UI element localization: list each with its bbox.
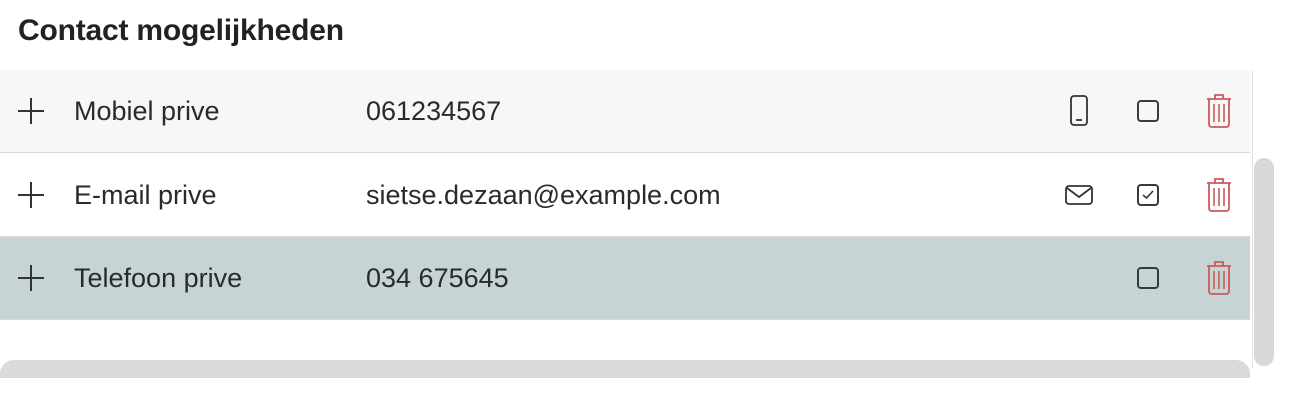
contact-value: sietse.dezaan@example.com (366, 180, 721, 210)
expand-plus-icon[interactable] (14, 261, 48, 295)
checkmark-icon (1142, 190, 1154, 200)
contact-list: Mobiel prive 061234567 E-mail prive siet… (0, 70, 1250, 380)
delete-trash-icon[interactable] (1204, 257, 1234, 297)
contact-row-mobile[interactable]: Mobiel prive 061234567 (0, 70, 1250, 153)
primary-checkbox[interactable] (1137, 184, 1159, 206)
primary-checkbox[interactable] (1137, 267, 1159, 289)
contact-options-section: Contact mogelijkheden Mobiel prive 06123… (0, 0, 1304, 400)
contact-label: Mobiel prive (74, 96, 220, 126)
envelope-icon (1060, 176, 1098, 214)
primary-checkbox[interactable] (1137, 100, 1159, 122)
section-title: Contact mogelijkheden (18, 14, 344, 47)
page-bottom (0, 378, 1304, 400)
scrollbar-thumb[interactable] (1254, 158, 1274, 366)
contact-value: 061234567 (366, 96, 502, 126)
contact-row-phone[interactable]: Telefoon prive 034 675645 (0, 237, 1250, 320)
mobile-phone-icon (1060, 92, 1098, 130)
delete-trash-icon[interactable] (1204, 174, 1234, 214)
delete-trash-icon[interactable] (1204, 90, 1234, 130)
contact-row-email[interactable]: E-mail prive sietse.dezaan@example.com (0, 154, 1250, 237)
contact-value: 034 675645 (366, 263, 509, 293)
expand-plus-icon[interactable] (14, 178, 48, 212)
contact-label: Telefoon prive (74, 263, 243, 293)
expand-plus-icon[interactable] (14, 94, 48, 128)
contact-label: E-mail prive (74, 180, 217, 210)
